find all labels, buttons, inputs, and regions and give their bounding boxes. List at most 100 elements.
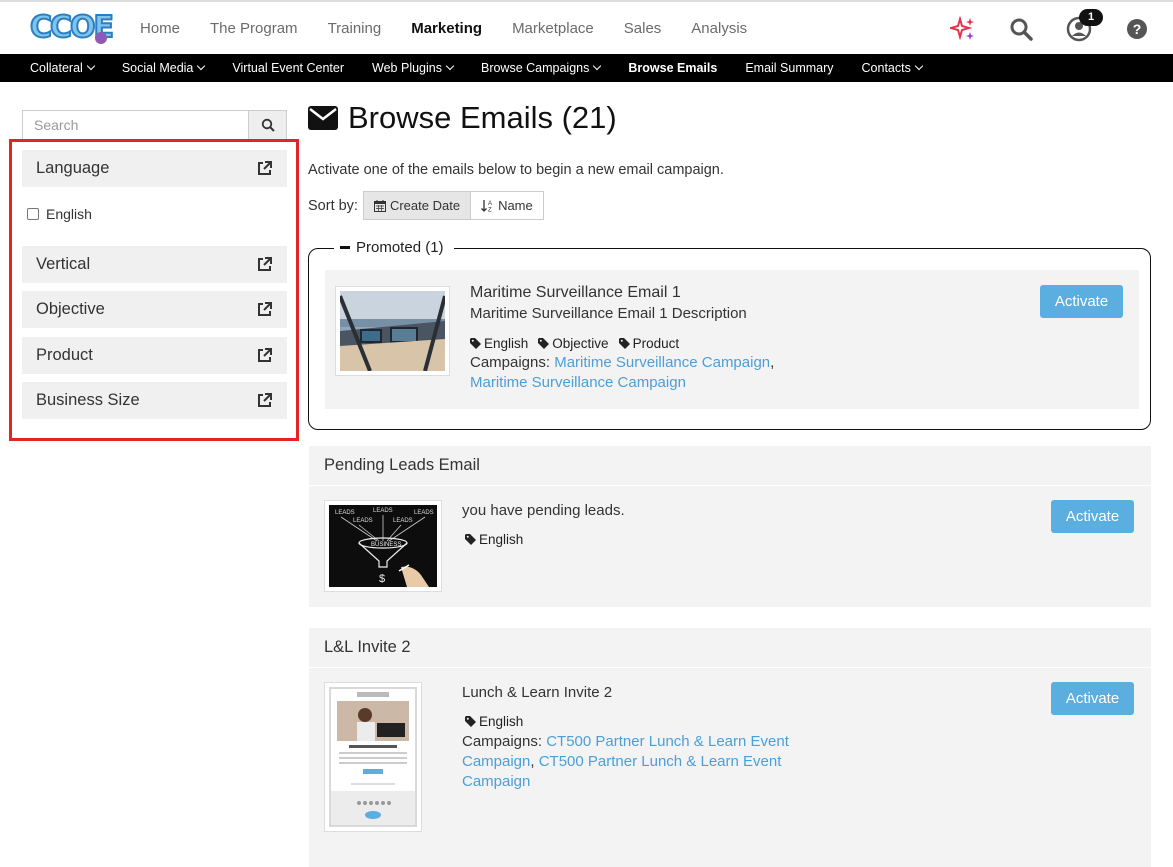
tag-english-label: English [484, 336, 529, 351]
activate-button[interactable]: Activate [1040, 285, 1123, 318]
email-tags: English [465, 714, 523, 729]
subnav-web-plugins[interactable]: Web Plugins [358, 54, 467, 82]
filter-vertical[interactable]: Vertical [22, 246, 287, 283]
help-icon[interactable]: ? [1123, 15, 1151, 43]
external-link-icon [258, 393, 272, 407]
sort-create-date-button[interactable]: Create Date [362, 191, 472, 220]
nav-home[interactable]: Home [125, 2, 195, 56]
svg-text:LEADS: LEADS [335, 510, 355, 516]
email-thumbnail[interactable]: LEADS LEADS LEADS LEADS LEADS BUSINESS $ [324, 500, 442, 592]
promoted-toggle[interactable]: Promoted (1) [334, 239, 454, 256]
subnav-social-media-label: Social Media [121, 61, 194, 75]
subnav-collateral[interactable]: Collateral [16, 54, 108, 82]
main-nav: Home The Program Training Marketing Mark… [125, 2, 762, 56]
subnav-email-summary-label: Email Summary [745, 61, 834, 75]
email-tags: English [465, 532, 523, 547]
sort-alpha-icon: AZ [481, 200, 492, 213]
email-thumbnail[interactable] [324, 682, 422, 832]
svg-text:?: ? [1133, 21, 1142, 37]
svg-text:LEADS: LEADS [353, 518, 373, 524]
filter-business-size-label: Business Size [36, 391, 140, 409]
tag-product-label: Product [632, 336, 680, 351]
subnav-collateral-label: Collateral [30, 61, 83, 75]
filter-language[interactable]: Language [22, 150, 287, 187]
campaign-list: Campaigns: Maritime Surveillance Campaig… [470, 354, 775, 391]
svg-text:BUSINESS: BUSINESS [371, 542, 401, 548]
ccoe-logo[interactable]: CCOE [29, 9, 115, 50]
tag-product: Product [618, 336, 680, 351]
sort-label: Sort by: [308, 197, 358, 214]
logo-dot [95, 32, 107, 44]
page-title: Browse Emails (21) [308, 100, 617, 136]
tag-english-label: English [479, 714, 524, 729]
search-icon[interactable] [1007, 15, 1035, 43]
sidebar-search [22, 110, 287, 140]
email-title: Maritime Surveillance Email 1 [470, 284, 681, 301]
sort-name-label: Name [498, 198, 533, 213]
svg-text:LEADS: LEADS [414, 510, 434, 516]
email-heading: Pending Leads Email [324, 456, 480, 474]
subnav-social-media[interactable]: Social Media [108, 54, 219, 82]
email-heading: L&L Invite 2 [324, 638, 411, 656]
notification-badge: 1 [1079, 9, 1103, 26]
subnav-virtual-event-center[interactable]: Virtual Event Center [218, 54, 358, 82]
filter-objective-label: Objective [36, 300, 105, 318]
email-tags: English Objective Product [470, 336, 679, 351]
campaign-link[interactable]: Maritime Surveillance Campaign [470, 374, 686, 391]
filter-objective[interactable]: Objective [22, 291, 287, 328]
activate-button[interactable]: Activate [1051, 500, 1134, 533]
subnav-virtual-event-center-label: Virtual Event Center [232, 61, 345, 75]
subnav-web-plugins-label: Web Plugins [372, 61, 442, 75]
email-description: Lunch & Learn Invite 2 [462, 684, 613, 701]
external-link-icon [258, 161, 272, 175]
nav-analysis[interactable]: Analysis [676, 2, 762, 56]
nav-marketing[interactable]: Marketing [396, 2, 497, 56]
tag-icon [470, 338, 481, 349]
sort-create-date-label: Create Date [389, 198, 461, 213]
nav-marketplace[interactable]: Marketplace [497, 2, 609, 56]
tag-icon [465, 716, 476, 727]
divider [309, 667, 1151, 668]
email-thumbnail[interactable] [335, 286, 450, 376]
external-link-icon [258, 302, 272, 316]
chevron-down-icon [914, 61, 924, 71]
page-title-text: Browse Emails (21) [348, 100, 617, 135]
filter-vertical-label: Vertical [36, 255, 91, 273]
tag-english: English [470, 336, 528, 351]
nav-sales[interactable]: Sales [609, 2, 677, 56]
tag-objective-label: Objective [552, 336, 609, 351]
minus-icon [340, 246, 350, 249]
search-button[interactable] [248, 111, 286, 139]
intro-text: Activate one of the emails below to begi… [308, 162, 724, 178]
filter-business-size[interactable]: Business Size [22, 382, 287, 419]
subnav-browse-emails[interactable]: Browse Emails [614, 54, 731, 82]
svg-text:Z: Z [488, 208, 492, 213]
subnav-email-summary[interactable]: Email Summary [731, 54, 847, 82]
search-icon [261, 118, 275, 132]
chevron-down-icon [86, 61, 96, 71]
subnav-browse-campaigns[interactable]: Browse Campaigns [467, 54, 614, 82]
activate-button[interactable]: Activate [1051, 682, 1134, 715]
campaign-link[interactable]: Maritime Surveillance Campaign [554, 354, 770, 371]
search-input[interactable] [23, 111, 248, 139]
campaigns-label: Campaigns: [470, 354, 551, 371]
external-link-icon [258, 348, 272, 362]
subnav-contacts-label: Contacts [861, 61, 911, 75]
subnav-contacts[interactable]: Contacts [848, 54, 936, 82]
tag-objective: Objective [538, 336, 609, 351]
tag-icon [465, 534, 476, 545]
sparkle-icon[interactable] [949, 15, 977, 43]
nav-training[interactable]: Training [313, 2, 397, 56]
filter-product[interactable]: Product [22, 337, 287, 374]
language-option-english[interactable]: English [27, 206, 92, 222]
nav-the-program[interactable]: The Program [195, 2, 313, 56]
tag-english: English [465, 714, 523, 729]
email-description: you have pending leads. [462, 502, 625, 519]
top-navbar: CCOE Home The Program Training Marketing… [0, 0, 1173, 54]
campaigns-label: Campaigns: [462, 733, 543, 750]
sort-name-button[interactable]: AZ Name [471, 191, 544, 220]
external-link-icon [258, 257, 272, 271]
english-checkbox[interactable] [27, 208, 39, 220]
user-account-icon[interactable]: 1 [1065, 9, 1103, 43]
ship-bridge-image [338, 291, 447, 372]
